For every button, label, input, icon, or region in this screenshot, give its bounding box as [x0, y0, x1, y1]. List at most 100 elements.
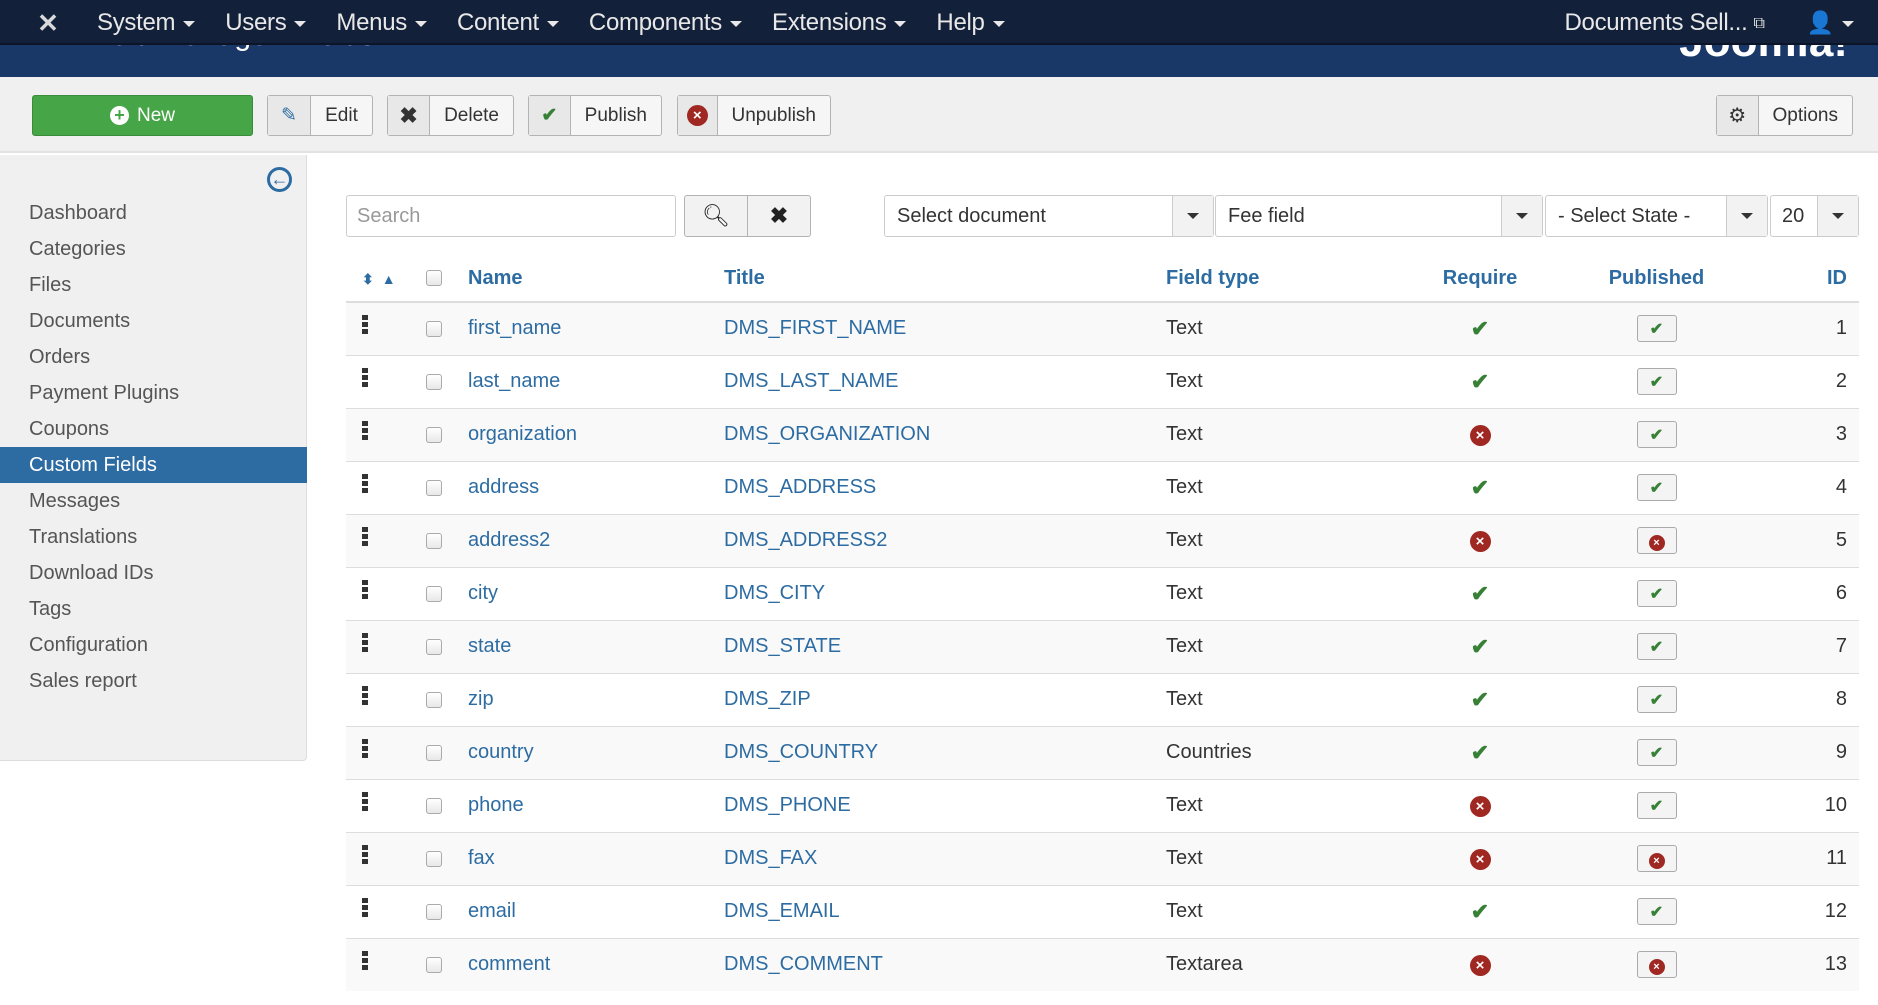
edit-button[interactable]: ✎ Edit [267, 95, 373, 136]
row-checkbox[interactable] [426, 956, 442, 973]
field-title-link[interactable]: DMS_ZIP [724, 688, 811, 710]
field-title-link[interactable]: DMS_STATE [724, 635, 841, 657]
row-checkbox[interactable] [426, 585, 442, 602]
column-header-name[interactable]: Name [468, 255, 724, 303]
publish-toggle-button[interactable]: ✔ [1636, 792, 1677, 819]
field-name-link[interactable]: address [468, 476, 539, 498]
publish-toggle-button[interactable]: × [1636, 951, 1677, 979]
sidebar-item-configuration[interactable]: Configuration [0, 627, 307, 663]
fee-field-select[interactable]: Fee field [1215, 195, 1543, 237]
row-checkbox[interactable] [426, 691, 442, 708]
field-name-link[interactable]: fax [468, 847, 495, 869]
publish-toggle-button[interactable]: ✔ [1636, 633, 1677, 660]
field-title-link[interactable]: DMS_ADDRESS2 [724, 529, 887, 551]
nav-menu-users[interactable]: Users [225, 0, 317, 45]
publish-toggle-button[interactable]: × [1636, 527, 1677, 554]
field-name-link[interactable]: address2 [468, 529, 550, 551]
sidebar-item-custom-fields[interactable]: Custom Fields [0, 447, 307, 483]
joomla-logo-icon[interactable]: ✕ [34, 9, 62, 37]
drag-handle[interactable] [346, 354, 426, 408]
nav-menu-content[interactable]: Content [457, 0, 570, 45]
publish-toggle-button[interactable]: ✔ [1636, 580, 1677, 607]
field-name-link[interactable]: email [468, 900, 516, 922]
clear-search-button[interactable]: ✖ [747, 195, 811, 237]
row-checkbox[interactable] [426, 373, 442, 390]
column-header-field-type[interactable]: Field type [1166, 255, 1413, 303]
nav-menu-components[interactable]: Components [589, 0, 753, 45]
field-title-link[interactable]: DMS_EMAIL [724, 900, 840, 922]
field-title-link[interactable]: DMS_ADDRESS [724, 476, 876, 498]
column-header-published[interactable]: Published [1547, 255, 1766, 303]
publish-toggle-button[interactable]: ✔ [1636, 739, 1677, 766]
field-title-link[interactable]: DMS_COUNTRY [724, 741, 878, 763]
limit-select[interactable]: 20 [1770, 195, 1859, 237]
publish-toggle-button[interactable]: ✔ [1636, 421, 1677, 448]
collapse-sidebar-icon[interactable]: ← [267, 167, 292, 192]
drag-handle[interactable] [346, 884, 426, 938]
row-checkbox[interactable] [426, 426, 442, 443]
new-button[interactable]: + New [32, 95, 253, 136]
drag-handle[interactable] [346, 460, 426, 514]
field-title-link[interactable]: DMS_FAX [724, 847, 817, 869]
publish-toggle-button[interactable]: ✔ [1636, 368, 1677, 395]
site-link[interactable]: Documents Sell... ⧉ [1564, 9, 1764, 37]
search-button[interactable]: 🔍︎ [684, 195, 748, 237]
field-name-link[interactable]: state [468, 635, 511, 657]
row-checkbox[interactable] [426, 797, 442, 814]
sidebar-item-download-ids[interactable]: Download IDs [0, 555, 307, 591]
sidebar-item-files[interactable]: Files [0, 267, 307, 303]
field-title-link[interactable]: DMS_FIRST_NAME [724, 317, 906, 339]
drag-handle[interactable] [346, 831, 426, 885]
field-title-link[interactable]: DMS_CITY [724, 582, 825, 604]
field-title-link[interactable]: DMS_PHONE [724, 794, 851, 816]
check-all-checkbox[interactable] [426, 270, 442, 287]
field-name-link[interactable]: country [468, 741, 534, 763]
options-button[interactable]: ⚙ Options [1716, 95, 1853, 136]
sidebar-item-coupons[interactable]: Coupons [0, 411, 307, 447]
nav-menu-help[interactable]: Help [936, 0, 1015, 45]
nav-menu-system[interactable]: System [97, 0, 206, 45]
user-menu[interactable]: 👤 [1807, 10, 1854, 36]
row-checkbox[interactable] [426, 532, 442, 549]
search-input[interactable] [346, 195, 676, 237]
field-name-link[interactable]: phone [468, 794, 524, 816]
nav-menu-menus[interactable]: Menus [336, 0, 438, 45]
drag-handle[interactable] [346, 566, 426, 620]
drag-handle[interactable] [346, 672, 426, 726]
sidebar-item-tags[interactable]: Tags [0, 591, 307, 627]
column-header-require[interactable]: Require [1413, 255, 1547, 303]
sidebar-item-orders[interactable]: Orders [0, 339, 307, 375]
unpublish-button[interactable]: × Unpublish [677, 95, 831, 136]
row-checkbox[interactable] [426, 479, 442, 496]
drag-handle[interactable] [346, 778, 426, 832]
publish-toggle-button[interactable]: × [1636, 845, 1677, 872]
publish-button[interactable]: ✔ Publish [528, 95, 662, 136]
column-header-title[interactable]: Title [724, 255, 1166, 303]
field-name-link[interactable]: first_name [468, 317, 561, 339]
document-select[interactable]: Select document [884, 195, 1214, 237]
row-checkbox[interactable] [426, 744, 442, 761]
drag-handle[interactable] [346, 513, 426, 567]
field-name-link[interactable]: comment [468, 953, 550, 975]
drag-handle[interactable] [346, 407, 426, 461]
ordering-sort-header[interactable]: ⬍▲ [346, 255, 426, 303]
field-title-link[interactable]: DMS_LAST_NAME [724, 370, 899, 392]
drag-handle[interactable] [346, 725, 426, 779]
drag-handle[interactable] [346, 301, 426, 355]
state-select[interactable]: - Select State - [1545, 195, 1768, 237]
sidebar-item-translations[interactable]: Translations [0, 519, 307, 555]
sidebar-item-payment-plugins[interactable]: Payment Plugins [0, 375, 307, 411]
row-checkbox[interactable] [426, 903, 442, 920]
drag-handle[interactable] [346, 619, 426, 673]
drag-handle[interactable] [346, 937, 426, 991]
column-header-id[interactable]: ID [1766, 255, 1859, 303]
sidebar-item-dashboard[interactable]: Dashboard [0, 195, 307, 231]
delete-button[interactable]: ✖ Delete [387, 95, 514, 136]
field-name-link[interactable]: last_name [468, 370, 560, 392]
sidebar-item-categories[interactable]: Categories [0, 231, 307, 267]
publish-toggle-button[interactable]: ✔ [1636, 315, 1677, 343]
row-checkbox[interactable] [426, 638, 442, 655]
row-checkbox[interactable] [426, 850, 442, 867]
field-name-link[interactable]: city [468, 582, 498, 604]
field-name-link[interactable]: zip [468, 688, 494, 710]
